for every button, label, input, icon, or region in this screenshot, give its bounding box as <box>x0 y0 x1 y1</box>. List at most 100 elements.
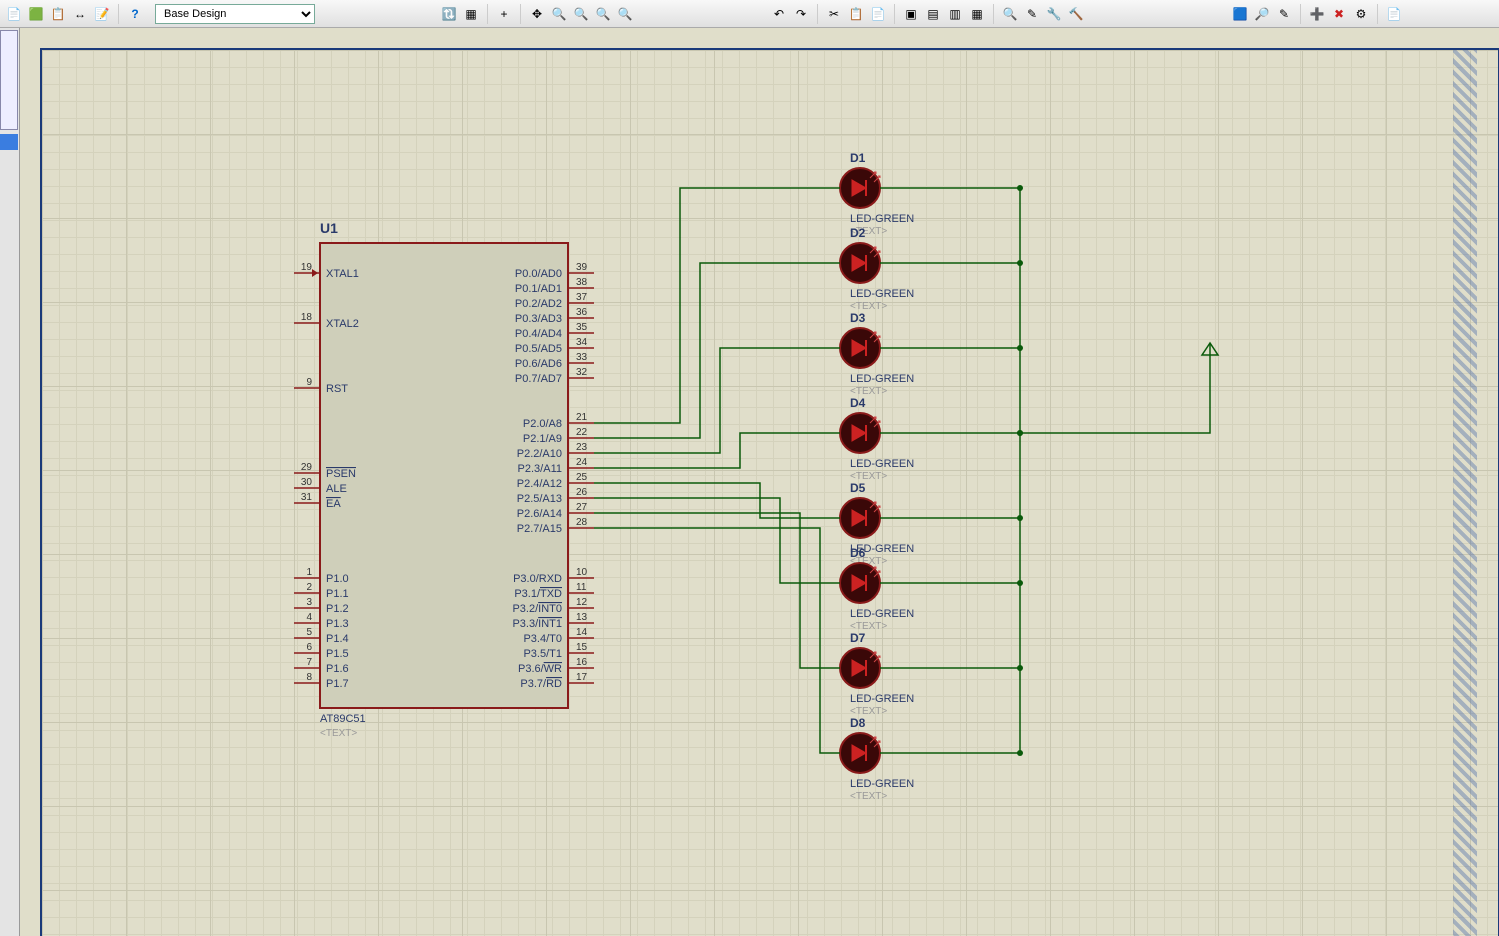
tool-icon[interactable]: 🔧 <box>1044 4 1064 24</box>
pin-name: P2.6/A14 <box>517 508 562 520</box>
led-ref: D1 <box>850 151 866 165</box>
zoom-out-icon[interactable]: 🔍 <box>571 4 591 24</box>
pin-name: P1.3 <box>326 618 349 630</box>
tb-icon[interactable]: 📄 <box>4 4 24 24</box>
pin-num: 17 <box>576 672 588 683</box>
tool-icon[interactable]: ✎ <box>1022 4 1042 24</box>
wire[interactable] <box>594 263 828 438</box>
grid-icon[interactable]: ▦ <box>461 4 481 24</box>
find-icon[interactable]: 🔎 <box>1252 4 1272 24</box>
led-ref: D7 <box>850 631 866 645</box>
copy-icon[interactable]: 📋 <box>846 4 866 24</box>
pin-name: P3.6/WR <box>518 663 562 675</box>
zoom-area-icon[interactable]: 🔍 <box>615 4 635 24</box>
block-icon[interactable]: ▦ <box>967 4 987 24</box>
tb-icon[interactable]: 📄 <box>1384 4 1404 24</box>
overview-thumb[interactable] <box>0 30 18 130</box>
tool-icon[interactable]: 🔨 <box>1066 4 1086 24</box>
paste-icon[interactable]: 📄 <box>868 4 888 24</box>
tb-icon[interactable]: 📝 <box>92 4 112 24</box>
tb-icon[interactable]: 🔃 <box>439 4 459 24</box>
tb-icon[interactable]: ⚙ <box>1351 4 1371 24</box>
led-value: LED-GREEN <box>850 373 914 385</box>
pin-name: P3.5/T1 <box>523 648 562 660</box>
tb-icon[interactable]: 📋 <box>48 4 68 24</box>
pin-name: P1.0 <box>326 573 349 585</box>
wire[interactable] <box>594 188 828 423</box>
pin-num: 34 <box>576 337 588 348</box>
tb-icon[interactable]: ↔ <box>70 4 90 24</box>
wire[interactable] <box>594 498 828 583</box>
pin-num: 27 <box>576 502 588 513</box>
pin-num: 10 <box>576 567 588 578</box>
pin-name: P3.0/RXD <box>513 573 562 585</box>
power-wire[interactable] <box>1020 343 1210 433</box>
led-value: LED-GREEN <box>850 288 914 300</box>
pin-name: P1.1 <box>326 588 349 600</box>
schematic-canvas[interactable]: U1AT89C51<TEXT>19XTAL118XTAL29RST29PSEN3… <box>20 28 1499 936</box>
pin-num: 24 <box>576 457 588 468</box>
pin-num: 15 <box>576 642 588 653</box>
wire[interactable] <box>594 528 828 753</box>
pin-name: P0.7/AD7 <box>515 373 562 385</box>
pin-name: P2.5/A13 <box>517 493 562 505</box>
pin-name: RST <box>326 383 348 395</box>
led-text-ph: <TEXT> <box>850 791 887 802</box>
cut-icon[interactable]: ✂ <box>824 4 844 24</box>
led-value: LED-GREEN <box>850 608 914 620</box>
tb-icon[interactable]: 🟩 <box>26 4 46 24</box>
pin-name: P0.6/AD6 <box>515 358 562 370</box>
led-ref: D6 <box>850 546 866 560</box>
pin-name: XTAL1 <box>326 268 359 280</box>
zoom-icon[interactable]: 🔍 <box>1000 4 1020 24</box>
help-icon[interactable]: ? <box>125 4 145 24</box>
led-ref: D5 <box>850 481 866 495</box>
pin-num: 14 <box>576 627 588 638</box>
tb-icon[interactable]: ✎ <box>1274 4 1294 24</box>
pin-name: P1.6 <box>326 663 349 675</box>
zoom-fit-icon[interactable]: 🔍 <box>593 4 613 24</box>
crosshair-icon[interactable]: + <box>494 4 514 24</box>
pin-num: 2 <box>306 582 312 593</box>
pin-name: EA <box>326 498 341 510</box>
pin-num: 39 <box>576 262 588 273</box>
wire[interactable] <box>594 513 828 668</box>
pin-num: 11 <box>576 582 587 593</box>
side-selection[interactable] <box>0 134 18 150</box>
block-icon[interactable]: ▥ <box>945 4 965 24</box>
undo-icon[interactable]: ↶ <box>769 4 789 24</box>
pin-num: 5 <box>306 627 312 638</box>
pin-name: P2.2/A10 <box>517 448 562 460</box>
pin-name: P0.5/AD5 <box>515 343 562 355</box>
pin-num: 25 <box>576 472 588 483</box>
pin-name: P3.7/RD <box>520 678 562 690</box>
pin-num: 21 <box>576 412 588 423</box>
pan-icon[interactable]: ✥ <box>527 4 547 24</box>
pin-name: P0.2/AD2 <box>515 298 562 310</box>
led-value: LED-GREEN <box>850 458 914 470</box>
pin-name: XTAL2 <box>326 318 359 330</box>
pin-num: 33 <box>576 352 588 363</box>
pin-num: 37 <box>576 292 588 303</box>
zoom-in-icon[interactable]: 🔍 <box>549 4 569 24</box>
pin-num: 36 <box>576 307 588 318</box>
pin-num: 13 <box>576 612 588 623</box>
led-value: LED-GREEN <box>850 778 914 790</box>
block-icon[interactable]: ▤ <box>923 4 943 24</box>
tb-icon[interactable]: 🟦 <box>1230 4 1250 24</box>
pin-num: 22 <box>576 427 588 438</box>
block-icon[interactable]: ▣ <box>901 4 921 24</box>
pin-num: 19 <box>301 262 313 273</box>
pin-num: 12 <box>576 597 588 608</box>
design-selector[interactable]: Base Design <box>155 4 315 24</box>
tb-icon[interactable]: ➕ <box>1307 4 1327 24</box>
pin-name: P2.4/A12 <box>517 478 562 490</box>
pin-num: 28 <box>576 517 588 528</box>
pin-num: 32 <box>576 367 588 378</box>
redo-icon[interactable]: ↷ <box>791 4 811 24</box>
pin-name: P3.4/T0 <box>523 633 562 645</box>
pin-num: 26 <box>576 487 588 498</box>
tb-icon[interactable]: ✖ <box>1329 4 1349 24</box>
pin-name: P2.3/A11 <box>518 463 562 475</box>
pin-name: P3.3/INT1 <box>512 618 562 630</box>
